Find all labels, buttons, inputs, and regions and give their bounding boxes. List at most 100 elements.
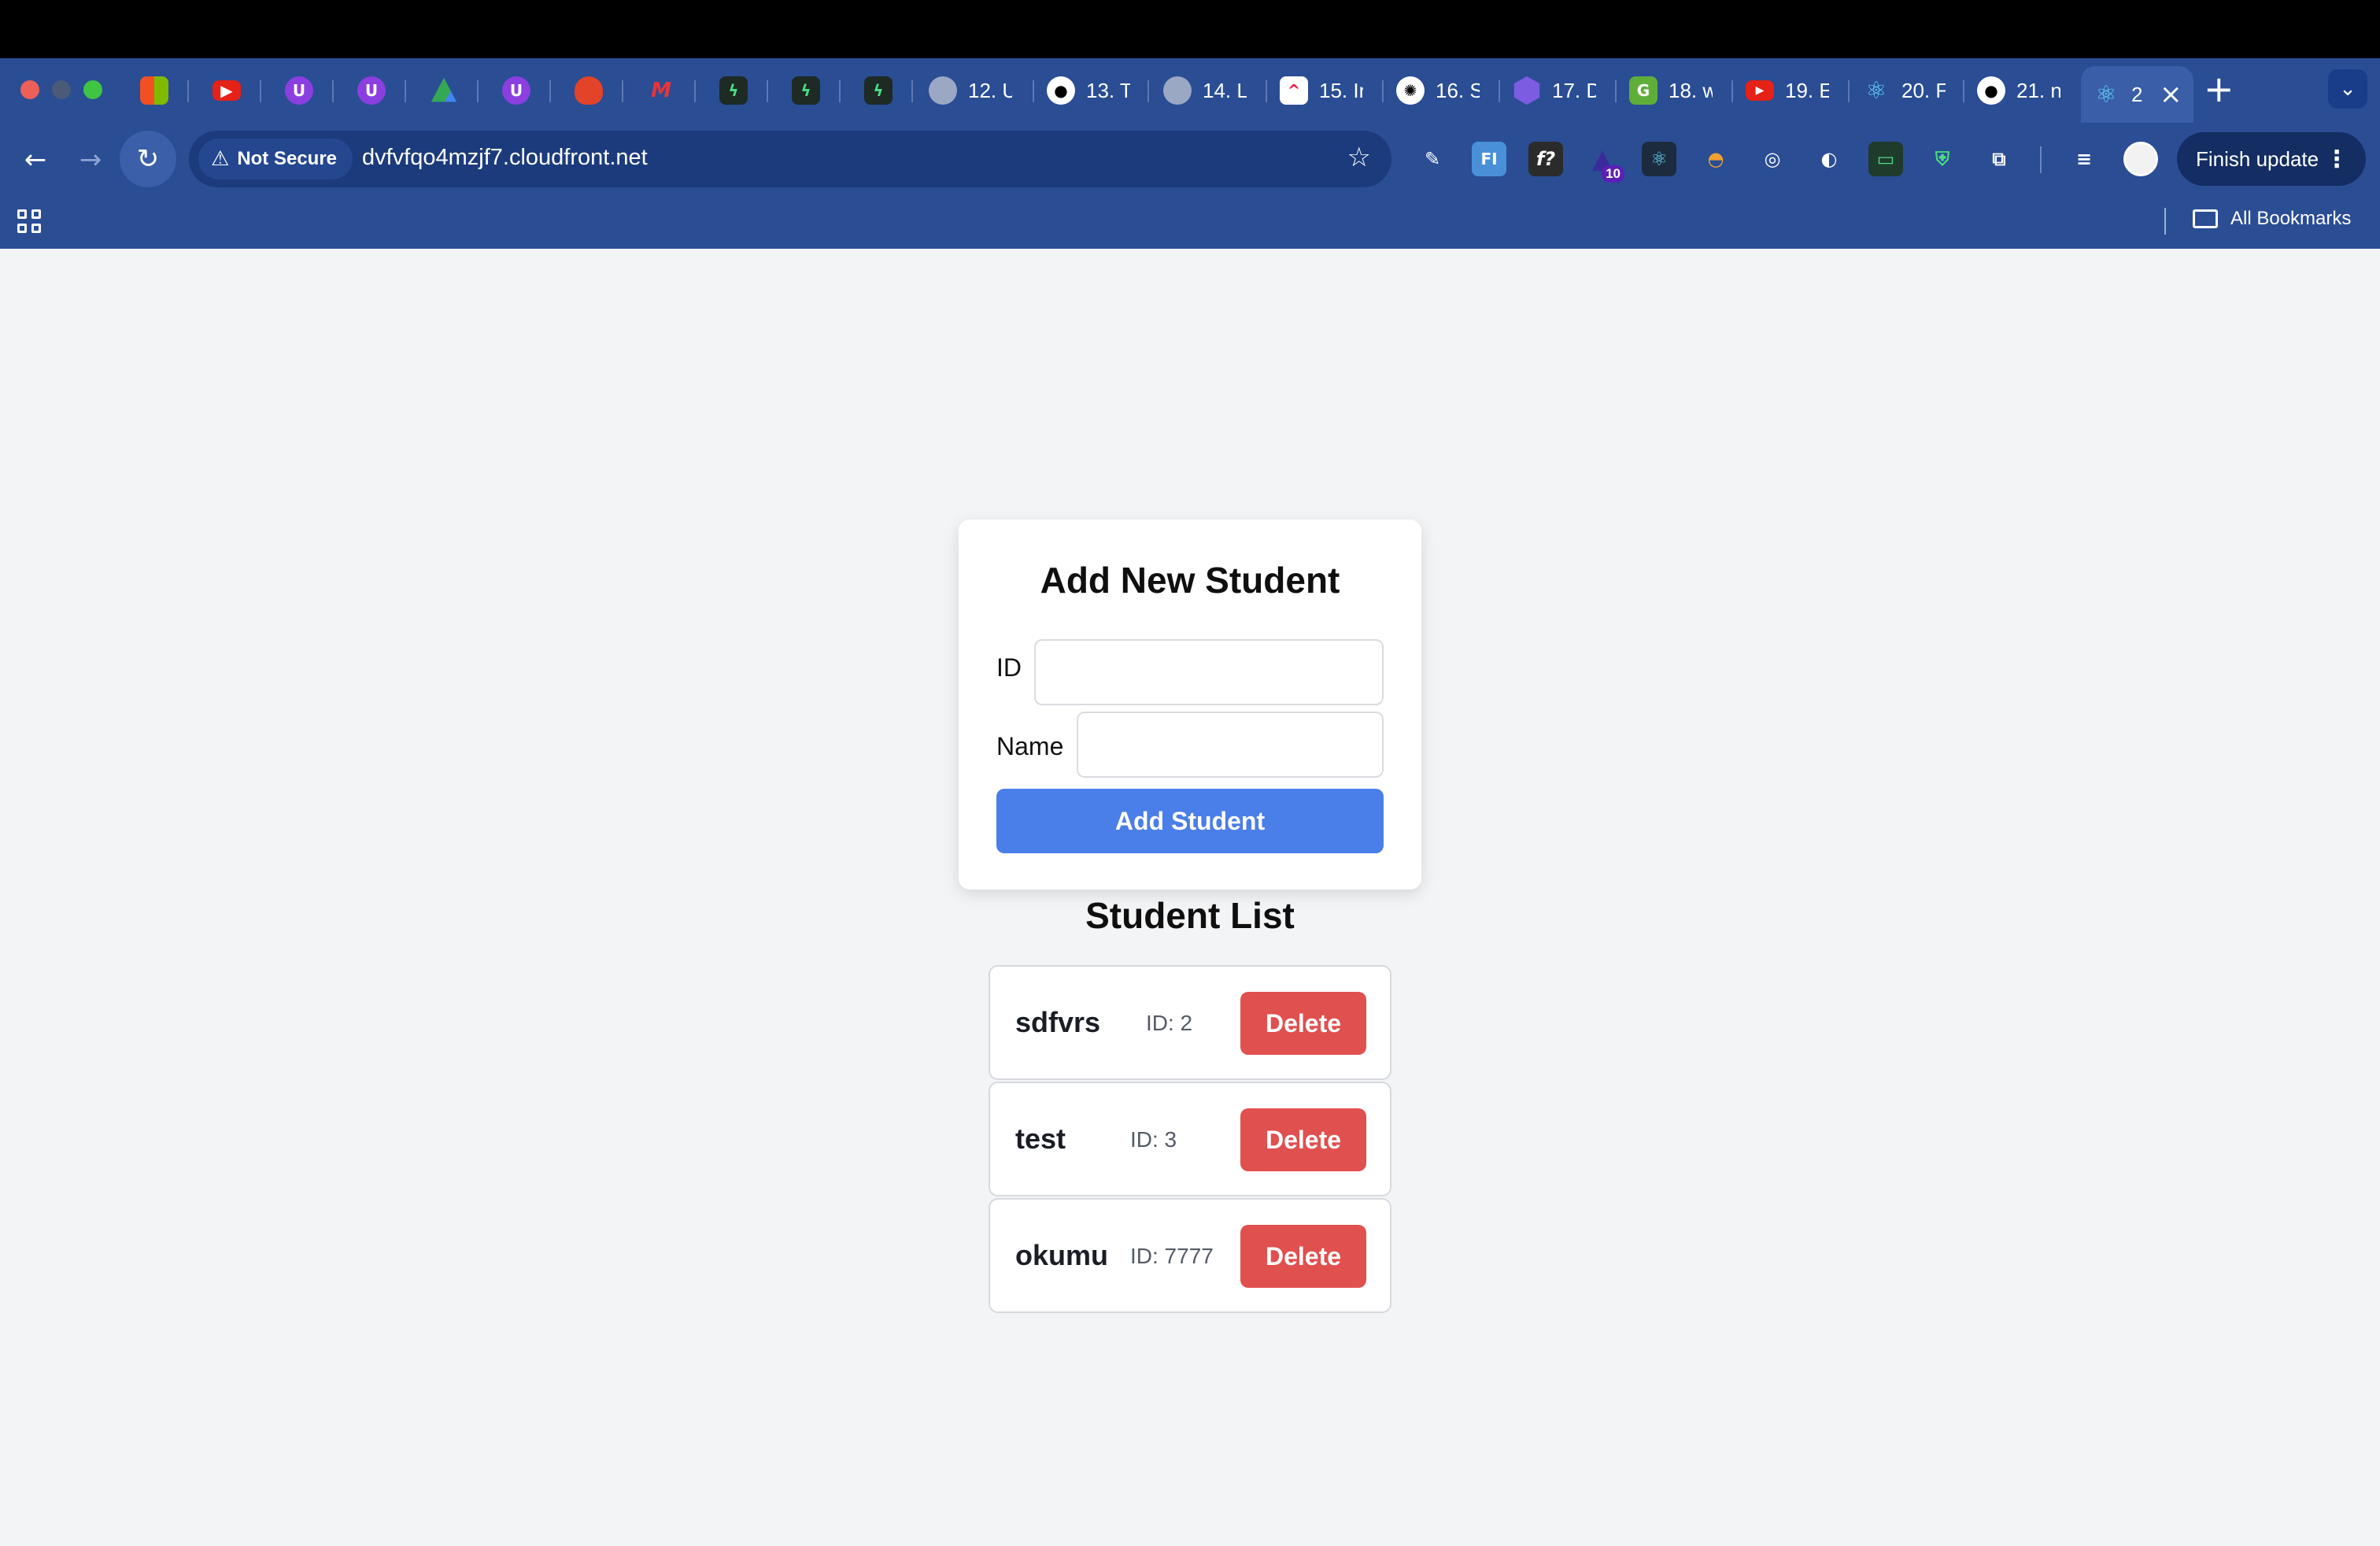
graduation-cap-icon[interactable]: ▲ 10 — [1585, 142, 1624, 183]
gitlab-icon — [575, 76, 603, 105]
github-icon: ● — [1977, 76, 2005, 105]
globe-icon — [1163, 76, 1192, 105]
tab-separator — [1382, 80, 1384, 102]
tab-2[interactable]: ▶ — [213, 65, 241, 117]
student-list-title: Student List — [1085, 895, 1295, 936]
tab-separator — [332, 80, 334, 102]
all-bookmarks-label: All Bookmarks — [2230, 208, 2352, 229]
youtube-icon: ▶ — [1746, 80, 1774, 101]
tab-12[interactable]: 12. U — [929, 65, 1012, 117]
tab-15[interactable]: ^ 15. Ir — [1280, 65, 1363, 117]
react-icon: ⚛ — [1865, 76, 1887, 105]
tab-separator — [694, 80, 696, 102]
microsoft-icon — [140, 76, 168, 105]
delete-button[interactable]: Delete — [1240, 1108, 1366, 1171]
close-window-button[interactable] — [20, 80, 39, 99]
tab-active[interactable]: ⚛ 2 × — [2081, 66, 2193, 123]
react-devtools-icon[interactable]: ⚛ — [1642, 142, 1676, 176]
tab-17[interactable]: 17. D — [1513, 65, 1596, 117]
student-row: okumu ID: 7777 Delete — [989, 1198, 1391, 1313]
id-input[interactable] — [1034, 639, 1384, 705]
tab-13[interactable]: ● 13. T — [1047, 65, 1130, 117]
maximize-window-button[interactable] — [83, 80, 102, 99]
bookmark-star-icon[interactable]: ☆ — [1347, 142, 1371, 173]
target-extension-icon[interactable]: ◎ — [1755, 142, 1790, 176]
tab-separator — [260, 80, 261, 102]
tab-5[interactable] — [430, 65, 458, 117]
student-name: sdfvrs — [1015, 1006, 1101, 1038]
privacy-extension-icon[interactable]: ◐ — [1812, 142, 1846, 176]
tab-title: 20. F — [1901, 78, 1946, 102]
github-icon: ● — [1047, 76, 1075, 105]
tab-title: 17. D — [1552, 78, 1596, 102]
tab-14[interactable]: 14. L — [1163, 65, 1247, 117]
name-input[interactable] — [1077, 712, 1384, 778]
tab-title: 15. Ir — [1319, 78, 1363, 102]
shield-extension-icon[interactable]: ⛨ — [1925, 142, 1960, 176]
bolt-icon: ϟ — [864, 76, 893, 105]
puzzle-icon[interactable]: ⧉ — [1982, 142, 2016, 176]
tab-9[interactable]: ϟ — [719, 65, 748, 117]
media-controls-icon[interactable]: ≡ — [2067, 142, 2101, 176]
tab-4[interactable]: U — [357, 65, 386, 117]
fi-extension-icon[interactable]: FI — [1472, 142, 1506, 176]
tab-19[interactable]: ▶ 19. E — [1746, 65, 1829, 117]
finish-update-button[interactable]: Finish update ⋮ — [2177, 132, 2366, 186]
address-bar[interactable]: ⚠ Not Secure dvfvfqo4mzjf7.cloudfront.ne… — [189, 131, 1391, 187]
tab-21[interactable]: ● 21. n — [1977, 65, 2060, 117]
site-info-chip[interactable]: ⚠ Not Secure — [198, 139, 353, 179]
profile-avatar[interactable] — [2123, 142, 2158, 176]
minimize-window-button[interactable] — [52, 80, 71, 99]
tab-11[interactable]: ϟ — [864, 65, 893, 117]
tab-16[interactable]: ✺ 16. S — [1396, 65, 1480, 117]
bolt-icon: ϟ — [719, 76, 748, 105]
tab-7[interactable] — [575, 65, 603, 117]
delete-button[interactable]: Delete — [1240, 1225, 1366, 1288]
url-text[interactable]: dvfvfqo4mzjf7.cloudfront.net — [362, 145, 648, 171]
tab-title: 2 — [2131, 82, 2143, 106]
m-icon: M — [651, 79, 671, 102]
tab-10[interactable]: ϟ — [792, 65, 820, 117]
finish-update-label: Finish update — [2196, 146, 2319, 171]
tab-title: 16. S — [1436, 78, 1480, 102]
back-button[interactable]: ← — [16, 140, 55, 179]
all-bookmarks-button[interactable]: All Bookmarks — [2193, 208, 2351, 230]
tab-title: 13. T — [1086, 78, 1130, 102]
globe-icon — [929, 76, 957, 105]
tab-20[interactable]: ⚛ 20. F — [1862, 65, 1946, 117]
eyedropper-icon[interactable]: ✎ — [1415, 142, 1450, 176]
tab-6[interactable]: U — [502, 65, 530, 117]
hexagon-icon — [1513, 76, 1540, 105]
menu-bar — [0, 0, 2380, 58]
tab-3[interactable]: U — [285, 65, 313, 117]
tab-separator — [1848, 80, 1850, 102]
more-options-icon[interactable]: ⋮ — [2325, 146, 2349, 173]
tab-18[interactable]: G 18. w — [1629, 65, 1713, 117]
folder-icon — [2193, 209, 2218, 228]
toolbar-separator — [2040, 146, 2042, 173]
tab-separator — [1615, 80, 1617, 102]
tab-separator — [405, 80, 406, 102]
tab-title: 18. w — [1669, 78, 1713, 102]
hat-extension-icon[interactable]: ◓ — [1698, 142, 1733, 176]
monitor-extension-icon[interactable]: ▭ — [1868, 142, 1903, 176]
tab-search-button[interactable]: ⌄ — [2328, 69, 2367, 109]
forward-button[interactable]: → — [71, 140, 110, 179]
tab-title: 14. L — [1203, 78, 1247, 102]
tab-1[interactable] — [140, 65, 168, 117]
tab-separator — [187, 80, 189, 102]
form-title: Add New Student — [1040, 560, 1340, 601]
new-tab-button[interactable]: + — [2204, 69, 2234, 109]
add-student-button[interactable]: Add Student — [996, 789, 1384, 853]
delete-button[interactable]: Delete — [1240, 992, 1366, 1055]
udemy-icon: U — [285, 76, 313, 105]
react-icon: ⚛ — [2095, 80, 2117, 109]
youtube-icon: ▶ — [213, 80, 241, 101]
apps-grid-icon[interactable] — [17, 209, 42, 235]
function-extension-icon[interactable]: f? — [1528, 142, 1563, 176]
reload-button[interactable]: ↻ — [120, 131, 176, 187]
green-app-icon: G — [1629, 76, 1658, 105]
tab-separator — [1033, 80, 1034, 102]
tab-8[interactable]: M — [647, 65, 675, 117]
close-tab-icon[interactable]: × — [2160, 79, 2182, 110]
